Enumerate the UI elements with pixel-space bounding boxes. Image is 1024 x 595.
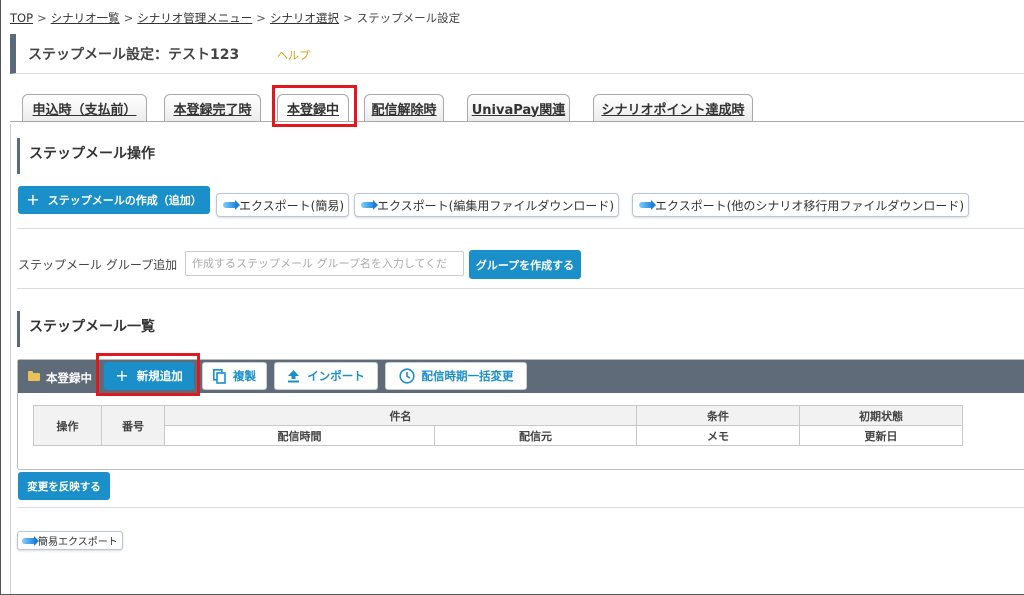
column-header-number: 番号 [101,405,165,446]
folder-icon [28,371,40,381]
group-name-input[interactable] [185,251,464,276]
breadcrumb-separator: > [37,11,47,25]
tab-label: シナリオポイント達成時 [601,102,745,118]
create-stepmail-button[interactable]: + ステップメールの作成（追加） [18,186,210,214]
highlight-box-tab [272,85,357,127]
tab-label: 申込時（支払前） [32,102,137,118]
create-group-button[interactable]: グループを作成する [469,250,581,279]
section-heading-operations: ステップメール操作 [17,138,155,174]
tab-divider [10,121,1024,122]
export-label: エクスポート(編集用ファイルダウンロード) [377,198,615,213]
breadcrumb-link-scenario-menu[interactable]: シナリオ管理メニュー [137,11,252,25]
export-arrow-icon [361,200,378,210]
help-link[interactable]: ヘルプ [277,47,310,63]
stepmail-table: 操作 番号 件名 条件 初期状態 配信時間 配信元 メモ 更新日 [33,405,963,446]
column-header-subject: 件名 [164,405,637,426]
tab-scenario-point[interactable]: シナリオポイント達成時 [593,94,753,121]
group-add-label: ステップメール グループ追加 [18,258,178,272]
page-title: ステップメール設定：テスト123 [28,47,240,63]
tab-unsubscribe[interactable]: 配信解除時 [364,94,444,121]
column-header-send-time: 配信時間 [164,425,435,446]
apply-changes-button[interactable]: 変更を反映する [18,472,110,500]
tab-label: 配信解除時 [371,102,437,118]
column-header-action: 操作 [33,405,102,446]
column-header-condition: 条件 [636,405,800,426]
breadcrumb-separator: > [123,11,134,25]
import-button[interactable]: インポート [274,362,378,390]
upload-icon [288,370,300,383]
export-label: エクスポート(他のシナリオ移行用ファイルダウンロード) [655,198,965,213]
simple-export-label: 簡易エクスポート [38,537,118,548]
plus-icon: + [26,190,40,209]
create-group-label: グループを作成する [475,258,575,272]
breadcrumb-separator: > [256,11,266,25]
simple-export-button[interactable]: 簡易エクスポート [17,531,123,550]
bulk-schedule-change-button[interactable]: 配信時期一括変更 [385,362,527,390]
group-name: 本登録中 [46,371,92,385]
bulk-schedule-change-label: 配信時期一括変更 [421,369,514,383]
breadcrumb-current: ステップメール設定 [356,11,461,25]
apply-changes-label: 変更を反映する [27,480,101,493]
export-simple-button[interactable]: エクスポート(簡易) [216,193,350,217]
copy-icon [213,368,226,384]
divider [17,228,1024,229]
export-arrow-icon [223,200,240,210]
breadcrumb-link-scenario-list[interactable]: シナリオ一覧 [51,11,120,25]
create-stepmail-label: ステップメールの作成（追加） [47,194,202,207]
breadcrumb: TOP > シナリオ一覧 > シナリオ管理メニュー > シナリオ選択 > ステップメール設定 [10,10,460,26]
tab-univapay[interactable]: UnivaPay関連 [467,94,570,121]
breadcrumb-link-top[interactable]: TOP [10,11,33,25]
clock-icon [398,368,415,384]
tab-label: UnivaPay関連 [471,102,566,118]
section-heading-list: ステップメール一覧 [17,311,155,347]
export-arrow-icon [22,535,39,546]
breadcrumb-separator: > [342,11,353,25]
page-title-bar: ステップメール設定：テスト123 ヘルプ [10,34,1024,74]
tab-application[interactable]: 申込時（支払前） [22,94,147,121]
export-arrow-icon [639,200,656,210]
breadcrumb-link-scenario-select[interactable]: シナリオ選択 [270,11,339,25]
column-header-memo: メモ [636,425,800,446]
import-label: インポート [307,369,365,383]
export-edit-button[interactable]: エクスポート(編集用ファイルダウンロード) [354,193,620,217]
highlight-box-add [96,353,200,396]
column-header-initial-state: 初期状態 [799,405,963,426]
export-label: エクスポート(簡易) [239,198,345,213]
divider [17,288,1024,289]
copy-button[interactable]: 複製 [202,362,267,390]
divider [17,507,1024,508]
copy-label: 複製 [233,369,256,383]
tab-registration-complete[interactable]: 本登録完了時 [164,94,261,121]
column-header-sender: 配信元 [434,425,637,446]
tab-label: 本登録完了時 [173,102,252,118]
column-header-updated: 更新日 [799,425,963,446]
export-migrate-button[interactable]: エクスポート(他のシナリオ移行用ファイルダウンロード) [632,193,970,217]
